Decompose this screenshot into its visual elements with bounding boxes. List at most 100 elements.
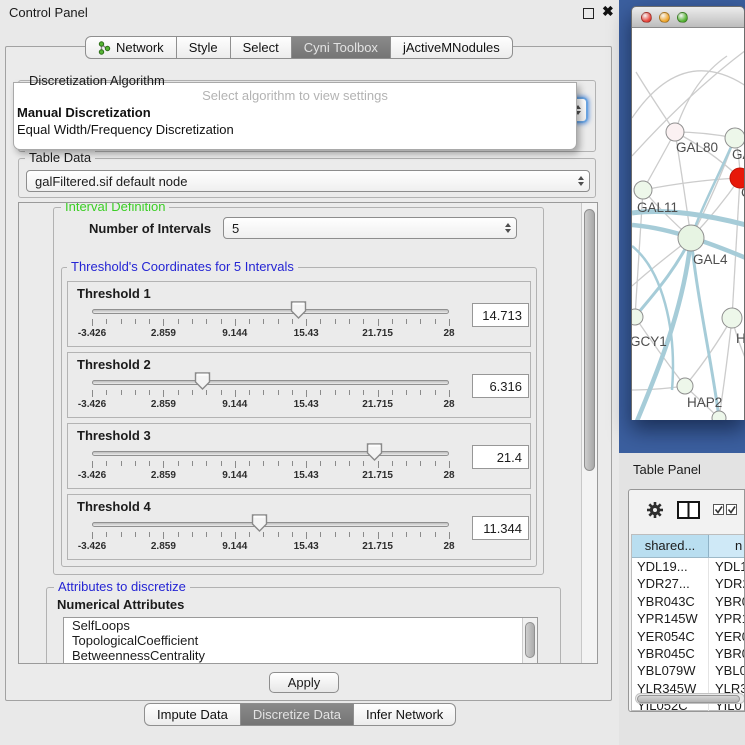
table-row[interactable]: YDL19...YDL1	[632, 558, 745, 575]
combo-stepper-icon[interactable]	[499, 218, 516, 238]
network-canvas[interactable]: GAL80GACGAL11GAL4GCY1HHAP2	[632, 28, 744, 420]
node-label: GAL80	[676, 140, 718, 155]
slider-thumb-icon[interactable]	[366, 443, 383, 464]
checkbox-icons[interactable]	[713, 504, 739, 516]
threshold-value-field[interactable]: 6.316	[472, 374, 529, 398]
slider-track[interactable]	[92, 309, 449, 314]
threshold-slider[interactable]: -3.4262.8599.14415.4321.71528	[68, 424, 458, 490]
table-row[interactable]: YPR145WYPR1	[632, 610, 745, 627]
close-icon[interactable]: ✖	[602, 3, 614, 20]
slider-major-tick	[306, 461, 307, 468]
slider-minor-tick	[149, 319, 150, 324]
cell-shared-name: YER054C	[632, 628, 709, 645]
threshold-slider[interactable]: -3.4262.8599.14415.4321.71528	[68, 282, 458, 348]
slider-minor-tick	[406, 319, 407, 324]
slider-minor-tick	[135, 532, 136, 537]
column-header-name[interactable]: n	[709, 535, 745, 557]
apply-button[interactable]: Apply	[269, 672, 339, 693]
network-edge[interactable]	[636, 72, 675, 132]
tab-network[interactable]: Network	[85, 36, 177, 59]
network-edge[interactable]	[643, 132, 675, 190]
table-panel: shared... n YDL19...YDL1YDR27...YDR2YBR0…	[628, 489, 745, 712]
table-horizontal-scrollbar[interactable]	[635, 693, 745, 704]
tab-cyni-toolbox[interactable]: Cyni Toolbox	[292, 36, 391, 59]
threshold-value-field[interactable]: 21.4	[472, 445, 529, 469]
slider-major-tick	[92, 390, 93, 397]
scrollbar-thumb[interactable]	[637, 695, 740, 703]
table-row[interactable]: YBR045CYBR0	[632, 645, 745, 662]
algorithm-option[interactable]: Manual Discretization	[14, 104, 576, 121]
table-data-selected-value: galFiltered.sif default node	[27, 174, 572, 189]
table-row[interactable]: YDR27...YDR2	[632, 575, 745, 592]
slider-tick-label: -3.426	[62, 328, 122, 339]
slider-major-tick	[92, 319, 93, 326]
slider-minor-tick	[392, 390, 393, 395]
float-window-icon[interactable]	[583, 8, 594, 19]
slider-thumb-icon[interactable]	[251, 514, 268, 535]
zoom-traffic-light-icon[interactable]	[677, 12, 688, 23]
network-edge[interactable]	[632, 71, 744, 118]
slider-tick-label: 21.715	[348, 541, 408, 552]
attribute-list-item[interactable]: TopologicalCoefficient	[64, 633, 537, 648]
table-data-combobox[interactable]: galFiltered.sif default node	[26, 170, 590, 192]
combo-stepper-icon[interactable]	[572, 171, 589, 191]
scrollbar-thumb[interactable]	[525, 622, 535, 658]
table-panel-section: Table Panel shared...	[619, 453, 745, 745]
table-row[interactable]: YER054CYER0	[632, 628, 745, 645]
network-edge[interactable]	[675, 56, 727, 132]
table-row[interactable]: YBL079WYBL0	[632, 662, 745, 679]
node-h[interactable]	[722, 308, 742, 328]
split-columns-icon[interactable]	[677, 501, 700, 519]
tab-discretize-data[interactable]: Discretize Data	[241, 703, 354, 726]
tab-style[interactable]: Style	[177, 36, 231, 59]
slider-minor-tick	[349, 319, 350, 324]
threshold-value-field[interactable]: 14.713	[472, 303, 529, 327]
close-traffic-light-icon[interactable]	[641, 12, 652, 23]
node-bottom[interactable]	[712, 411, 726, 420]
tab-select[interactable]: Select	[231, 36, 292, 59]
attribute-list-item[interactable]: SelfLoops	[64, 618, 537, 633]
list-scrollbar[interactable]	[522, 618, 537, 664]
node-gal11[interactable]	[634, 181, 652, 199]
node-gcy1[interactable]	[632, 309, 643, 325]
network-edge[interactable]	[732, 178, 740, 318]
node-gal80[interactable]	[666, 123, 684, 141]
slider-minor-tick	[178, 390, 179, 395]
num-intervals-combobox[interactable]: 5	[223, 217, 517, 239]
slider-minor-tick	[435, 461, 436, 466]
threshold-section: Threshold 4-3.4262.8599.14415.4321.71528…	[67, 494, 531, 560]
tab-infer-network[interactable]: Infer Network	[354, 703, 456, 726]
gear-icon[interactable]	[645, 500, 665, 520]
threshold-value-field[interactable]: 11.344	[472, 516, 529, 540]
network-edge-highlighted[interactable]	[635, 238, 691, 317]
slider-minor-tick	[178, 461, 179, 466]
node-upper-right[interactable]	[725, 128, 744, 148]
slider-minor-tick	[420, 532, 421, 537]
attribute-list-item[interactable]: BetweennessCentrality	[64, 648, 537, 663]
slider-thumb-icon[interactable]	[194, 372, 211, 393]
algorithm-option[interactable]: Equal Width/Frequency Discretization	[14, 121, 576, 138]
slider-track[interactable]	[92, 380, 449, 385]
slider-thumb-icon[interactable]	[290, 301, 307, 322]
column-header-shared-name[interactable]: shared...	[632, 535, 709, 557]
slider-track[interactable]	[92, 522, 449, 527]
slider-minor-tick	[292, 461, 293, 466]
slider-track[interactable]	[92, 451, 449, 456]
slider-minor-tick	[292, 532, 293, 537]
slider-minor-tick	[221, 390, 222, 395]
minimize-traffic-light-icon[interactable]	[659, 12, 670, 23]
network-edge[interactable]	[635, 317, 685, 386]
numerical-attributes-list[interactable]: SelfLoopsTopologicalCoefficientBetweenne…	[63, 617, 538, 664]
scrollbar-thumb[interactable]	[584, 209, 595, 471]
settings-scrollbar[interactable]	[581, 203, 597, 663]
slider-minor-tick	[263, 319, 264, 324]
tab-impute-data[interactable]: Impute Data	[144, 703, 241, 726]
node-gal4[interactable]	[678, 225, 704, 251]
table-row[interactable]: YBR043CYBR0	[632, 593, 745, 610]
threshold-slider[interactable]: -3.4262.8599.14415.4321.71528	[68, 353, 458, 419]
threshold-slider[interactable]: -3.4262.8599.14415.4321.71528	[68, 495, 458, 561]
node-hap2[interactable]	[677, 378, 693, 394]
tab-jactivemnodules[interactable]: jActiveMNodules	[391, 36, 513, 59]
network-edge[interactable]	[643, 178, 740, 190]
slider-minor-tick	[192, 319, 193, 324]
